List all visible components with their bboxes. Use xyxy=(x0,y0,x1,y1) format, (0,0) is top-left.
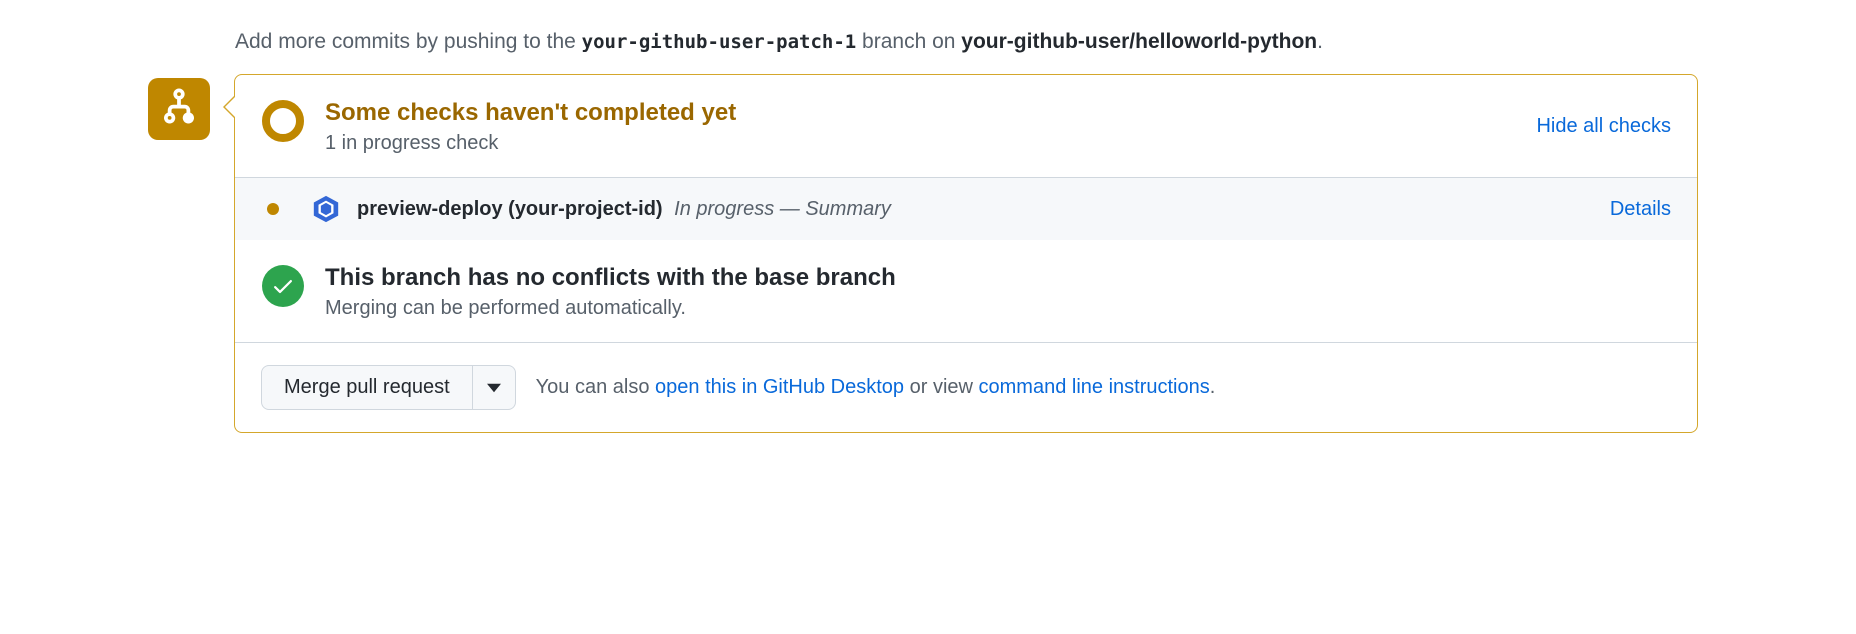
branch-name: your-github-user-patch-1 xyxy=(582,31,857,53)
merge-conflict-section: This branch has no conflicts with the ba… xyxy=(235,240,1697,342)
checks-subtitle: 1 in progress check xyxy=(325,132,1516,155)
check-item-row: preview-deploy (your-project-id) In prog… xyxy=(235,177,1697,240)
merge-pull-request-button[interactable]: Merge pull request xyxy=(261,365,473,410)
git-branch-badge xyxy=(148,78,210,140)
caret-down-icon xyxy=(487,376,501,399)
open-github-desktop-link[interactable]: open this in GitHub Desktop xyxy=(655,376,904,398)
merge-button-group: Merge pull request xyxy=(261,365,516,410)
check-details-link[interactable]: Details xyxy=(1610,198,1671,221)
check-name: preview-deploy (your-project-id) xyxy=(357,198,663,220)
merge-status-title: This branch has no conflicts with the ba… xyxy=(325,262,1671,293)
command-line-instructions-link[interactable]: command line instructions xyxy=(979,376,1210,398)
merge-actions-section: Merge pull request You can also open thi… xyxy=(235,342,1697,432)
merge-alternatives-text: You can also open this in GitHub Desktop… xyxy=(536,376,1216,399)
merge-status-box: Some checks haven't completed yet 1 in p… xyxy=(234,74,1698,433)
checks-summary-section: Some checks haven't completed yet 1 in p… xyxy=(235,75,1697,177)
push-commits-hint: Add more commits by pushing to the your-… xyxy=(235,30,1698,54)
git-branch-icon xyxy=(159,86,199,132)
success-status-icon xyxy=(261,264,305,308)
checks-title: Some checks haven't completed yet xyxy=(325,97,1516,128)
hide-all-checks-link[interactable]: Hide all checks xyxy=(1536,115,1671,138)
pending-dot-icon xyxy=(267,203,279,215)
pending-status-icon xyxy=(261,99,305,143)
google-cloud-build-icon xyxy=(311,194,341,224)
repo-name: your-github-user/helloworld-python xyxy=(961,30,1317,53)
check-status-text: In progress — Summary xyxy=(674,198,891,220)
merge-status-subtitle: Merging can be performed automatically. xyxy=(325,297,1671,320)
merge-options-dropdown[interactable] xyxy=(473,365,516,410)
